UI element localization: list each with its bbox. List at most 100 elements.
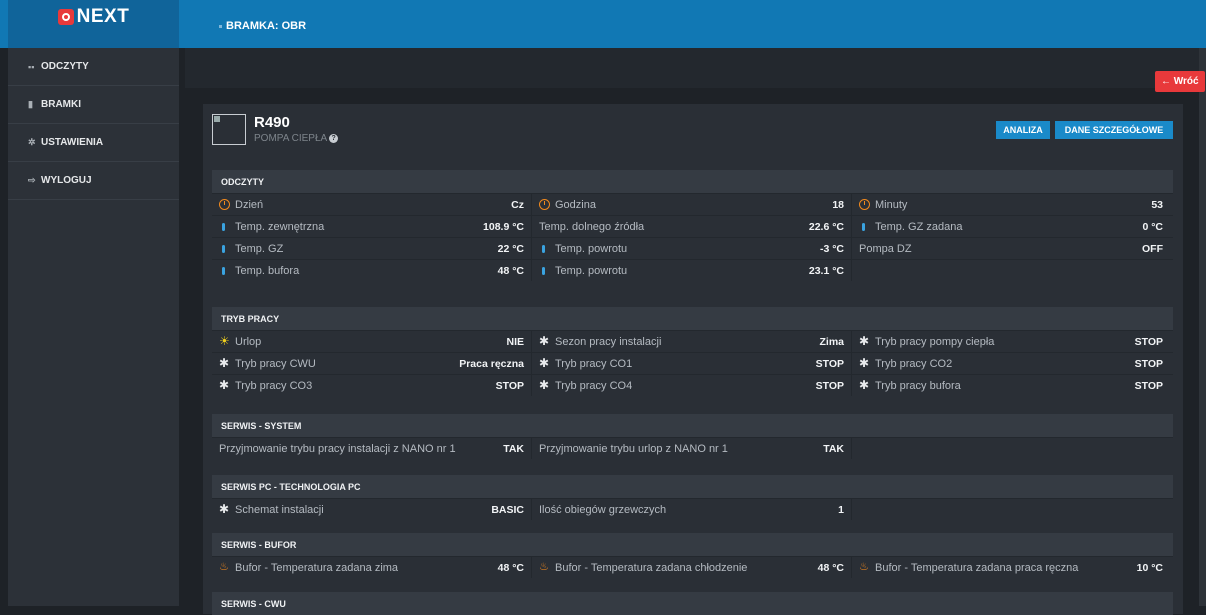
sidebar-item-label: BRAMKI xyxy=(41,99,81,110)
reading-value: 53 xyxy=(1151,198,1163,211)
device-type-text: POMPA CIEPŁA xyxy=(254,133,328,144)
reading-cell: ✱ Tryb pracy CO3 STOP xyxy=(212,375,532,396)
logo-text: NEXT xyxy=(76,6,130,27)
reading-label-wrap: ☀ Urlop xyxy=(219,334,262,348)
reading-value: STOP xyxy=(1134,335,1163,348)
reading-value: 10 °C xyxy=(1136,561,1163,574)
reading-label: Temp. zewnętrzna xyxy=(235,220,325,233)
gear-icon: ✱ xyxy=(859,378,870,392)
clock-icon xyxy=(859,199,870,210)
clock-icon xyxy=(539,199,550,210)
thermometer-icon xyxy=(222,222,225,231)
reading-label: Tryb pracy CO3 xyxy=(235,379,313,392)
reading-label: Przyjmowanie trybu urlop z NANO nr 1 xyxy=(539,442,728,455)
reading-label: Tryb pracy CO4 xyxy=(555,379,633,392)
heater-icon: ♨ xyxy=(539,561,549,573)
sun-icon: ☀ xyxy=(219,334,230,348)
reading-label: Temp. GZ zadana xyxy=(875,220,963,233)
reading-value: 22 °C xyxy=(497,242,524,255)
reading-label: Bufor - Temperatura zadana chłodzenie xyxy=(555,561,748,574)
reading-label-wrap: Temp. powrotu xyxy=(539,243,627,255)
reading-cell: ♨ Bufor - Temperatura zadana zima 48 °C xyxy=(212,557,532,578)
gear-icon: ✱ xyxy=(219,502,230,516)
reading-label: Urlop xyxy=(235,335,262,348)
reading-value: OFF xyxy=(1142,242,1163,255)
reading-cell: ✱ Tryb pracy CO4 STOP xyxy=(532,375,852,396)
reading-label-wrap: Temp. GZ xyxy=(219,243,283,255)
reading-label-wrap: ✱ Tryb pracy pompy ciepła xyxy=(859,335,995,348)
section-1: TRYB PRACY ☀ Urlop NIE ✱ Sezon pracy instalac… xyxy=(212,307,1173,396)
logo-area[interactable]: NEXT xyxy=(8,0,179,48)
reading-label: Pompa DZ xyxy=(859,242,912,255)
reading-label-wrap: Przyjmowanie trybu urlop z NANO nr 1 xyxy=(539,443,728,455)
gear-icon: ✱ xyxy=(539,334,550,348)
reading-value: -3 °C xyxy=(819,242,844,255)
gear-icon: ✱ xyxy=(219,356,230,370)
reading-label-wrap: ✱ Sezon pracy instalacji xyxy=(539,334,662,348)
sidebar-item-wyloguj[interactable]: ⇨ WYLOGUJ xyxy=(8,162,179,200)
reading-cell xyxy=(852,260,1173,281)
help-icon[interactable]: ? xyxy=(329,133,339,143)
reading-label: Temp. dolnego źródła xyxy=(539,220,645,233)
reading-cell: ✱ Schemat instalacji BASIC xyxy=(212,499,532,520)
section-5: SERWIS - CWU xyxy=(212,592,1173,615)
reading-label-wrap: ✱ Tryb pracy CO4 xyxy=(539,378,633,392)
sidebar-item-odczyty[interactable]: ▪▪ ODCZYTY xyxy=(8,48,179,86)
reading-value: 23.1 °C xyxy=(808,264,844,277)
reading-value: 48 °C xyxy=(497,561,524,574)
reading-label: Temp. powrotu xyxy=(555,264,628,277)
scrollbar[interactable] xyxy=(1199,48,1206,606)
sidebar-item-bramki[interactable]: ▮ BRAMKI xyxy=(8,86,179,124)
reading-label: Minuty xyxy=(875,198,908,211)
broken-image-icon xyxy=(214,116,220,122)
gear-icon: ✱ xyxy=(539,378,550,392)
reading-cell: Pompa DZ OFF xyxy=(852,238,1173,259)
reading-cell: Minuty 53 xyxy=(852,194,1173,215)
device-image xyxy=(212,114,246,145)
reading-value: Cz xyxy=(511,198,524,211)
table-row: Temp. GZ 22 °C Temp. powrotu -3 °C Pompa DZ O… xyxy=(212,237,1173,259)
reading-label-wrap: ✱ Tryb pracy CO3 xyxy=(219,379,313,392)
reading-cell: Przyjmowanie trybu urlop z NANO nr 1 TAK xyxy=(532,438,852,459)
reading-label: Tryb pracy CO1 xyxy=(555,357,633,370)
reading-value: Zima xyxy=(819,335,844,348)
reading-label: Przyjmowanie trybu pracy instalacji z NA… xyxy=(219,442,456,455)
reading-value: 22.6 °C xyxy=(808,220,844,233)
details-button[interactable]: DANE SZCZEGÓŁOWE xyxy=(1055,121,1173,139)
reading-label: Tryb pracy CO2 xyxy=(875,357,953,370)
reading-label: Godzina xyxy=(555,198,596,211)
device-name: R490 xyxy=(254,114,290,131)
breadcrumb-text: BRAMKA: OBR xyxy=(226,20,307,32)
reading-label-wrap: ✱ Tryb pracy bufora xyxy=(859,378,961,392)
reading-cell xyxy=(852,438,1173,459)
table-row: ✱ Tryb pracy CWU Praca ręczna ✱ Tryb pracy C… xyxy=(212,352,1173,374)
reading-value: Praca ręczna xyxy=(459,357,524,370)
breadcrumb[interactable]: BRAMKA: OBR xyxy=(219,20,306,32)
reading-cell: ♨ Bufor - Temperatura zadana chłodzenie 48… xyxy=(532,557,852,578)
reading-value: 18 xyxy=(832,198,844,211)
reading-cell: ✱ Tryb pracy pompy ciepła STOP xyxy=(852,331,1173,352)
reading-value: STOP xyxy=(815,379,844,392)
gear-icon: ✱ xyxy=(539,356,550,370)
sidebar-item-ustawienia[interactable]: ✲ USTAWIENIA xyxy=(8,124,179,162)
reading-label-wrap: ♨ Bufor - Temperatura zadana zima xyxy=(219,562,398,574)
reading-cell: Temp. bufora 48 °C xyxy=(212,260,532,281)
reading-label: Bufor - Temperatura zadana zima xyxy=(235,561,399,574)
thermometer-icon xyxy=(542,266,545,275)
reading-label: Sezon pracy instalacji xyxy=(555,335,662,348)
section-4: SERWIS - BUFOR ♨ Bufor - Temperatura zadan… xyxy=(212,533,1173,578)
back-button[interactable]: ← Wróć xyxy=(1155,71,1205,92)
reading-value: 48 °C xyxy=(497,264,524,277)
reading-value: NIE xyxy=(506,335,524,348)
reading-value: 1 xyxy=(838,503,844,516)
section-title: ODCZYTY xyxy=(212,170,1173,193)
analysis-button[interactable]: ANALIZA xyxy=(996,121,1050,139)
reading-label: Tryb pracy pompy ciepła xyxy=(875,335,995,348)
section-title: SERWIS PC - TECHNOLOGIA PC xyxy=(212,475,1173,498)
reading-label-wrap: Dzień xyxy=(219,199,263,211)
gear-icon: ✲ xyxy=(28,137,36,147)
table-row: Dzień Cz Godzina 18 Minuty 53 xyxy=(212,193,1173,215)
reading-label-wrap: ♨ Bufor - Temperatura zadana praca ręczna xyxy=(859,562,1078,574)
reading-cell: Ilość obiegów grzewczych 1 xyxy=(532,499,852,520)
reading-cell: ✱ Tryb pracy CO2 STOP xyxy=(852,353,1173,374)
